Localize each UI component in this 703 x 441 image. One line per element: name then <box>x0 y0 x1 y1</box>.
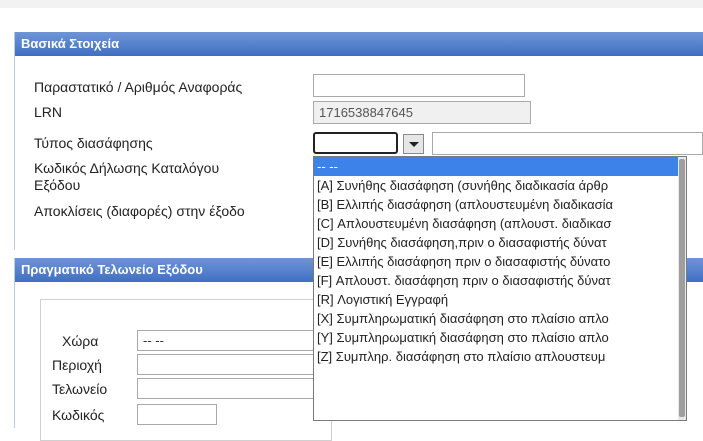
clearance-type-dropdown[interactable]: -- -- [A] Συνήθης διασάφηση (συνήθης δια… <box>313 156 687 421</box>
exit-catalog-label-line1: Κωδικός Δήλωσης Καταλόγου <box>34 160 220 176</box>
chevron-down-icon[interactable] <box>403 134 424 154</box>
lrn-field[interactable] <box>313 101 531 124</box>
clearance-type-select[interactable] <box>313 132 398 154</box>
dropdown-option-list: -- -- [A] Συνήθης διασάφηση (συνήθης δια… <box>314 157 678 366</box>
lrn-label: LRN <box>34 104 63 120</box>
exit-catalog-label-line2: Εξόδου <box>34 177 81 193</box>
dropdown-option[interactable]: [C] Απλουστευμένη διασάφηση (απλουστ. δι… <box>314 214 678 233</box>
dropdown-option[interactable]: [Z] Συμπληρ. διασάφηση στο πλαίσιο απλου… <box>314 347 678 366</box>
dropdown-scrollbar[interactable] <box>678 157 686 420</box>
clearance-type-description <box>432 132 703 155</box>
reference-input[interactable] <box>313 74 525 97</box>
dropdown-option[interactable]: [F] Απλουστ. διασάφηση πριν ο διασαφιστή… <box>314 271 678 290</box>
dropdown-option[interactable]: [R] Λογιστική Εγγραφή <box>314 290 678 309</box>
code-input[interactable] <box>137 404 217 425</box>
dropdown-option[interactable]: [D] Συνήθης διασάφηση,πριν ο διασαφιστής… <box>314 233 678 252</box>
dropdown-option[interactable]: [X] Συμπληρωματική διασάφηση στο πλαίσιο… <box>314 309 678 328</box>
dropdown-option[interactable]: -- -- <box>314 157 678 176</box>
customs-input[interactable] <box>137 378 317 399</box>
country-select[interactable] <box>137 330 317 351</box>
country-label: Χώρα <box>62 333 99 349</box>
customs-label: Τελωνείο <box>52 381 108 397</box>
top-strip <box>0 0 703 8</box>
scrollbar-thumb[interactable] <box>679 159 685 417</box>
region-label: Περιοχή <box>52 357 102 373</box>
dropdown-option[interactable]: [A] Συνήθης διασάφηση (συνήθης διαδικασί… <box>314 176 678 195</box>
region-input[interactable] <box>137 354 317 375</box>
basic-info-header: Βασικά Στοιχεία <box>15 32 703 56</box>
dropdown-option[interactable]: [B] Ελλιπής διασάφηση (απλουστευμένη δια… <box>314 195 678 214</box>
dropdown-option[interactable]: [Y] Συμπληρωματική διασάφηση στο πλαίσιο… <box>314 328 678 347</box>
deviations-label: Αποκλίσεις (διαφορές) στην έξοδο <box>34 203 245 219</box>
dropdown-option[interactable]: [E] Ελλιπής διασάφηση πριν ο διασαφιστής… <box>314 252 678 271</box>
reference-label: Παραστατικό / Αριθμός Αναφοράς <box>34 79 243 95</box>
clearance-type-label: Τύπος διασάφησης <box>34 135 153 151</box>
